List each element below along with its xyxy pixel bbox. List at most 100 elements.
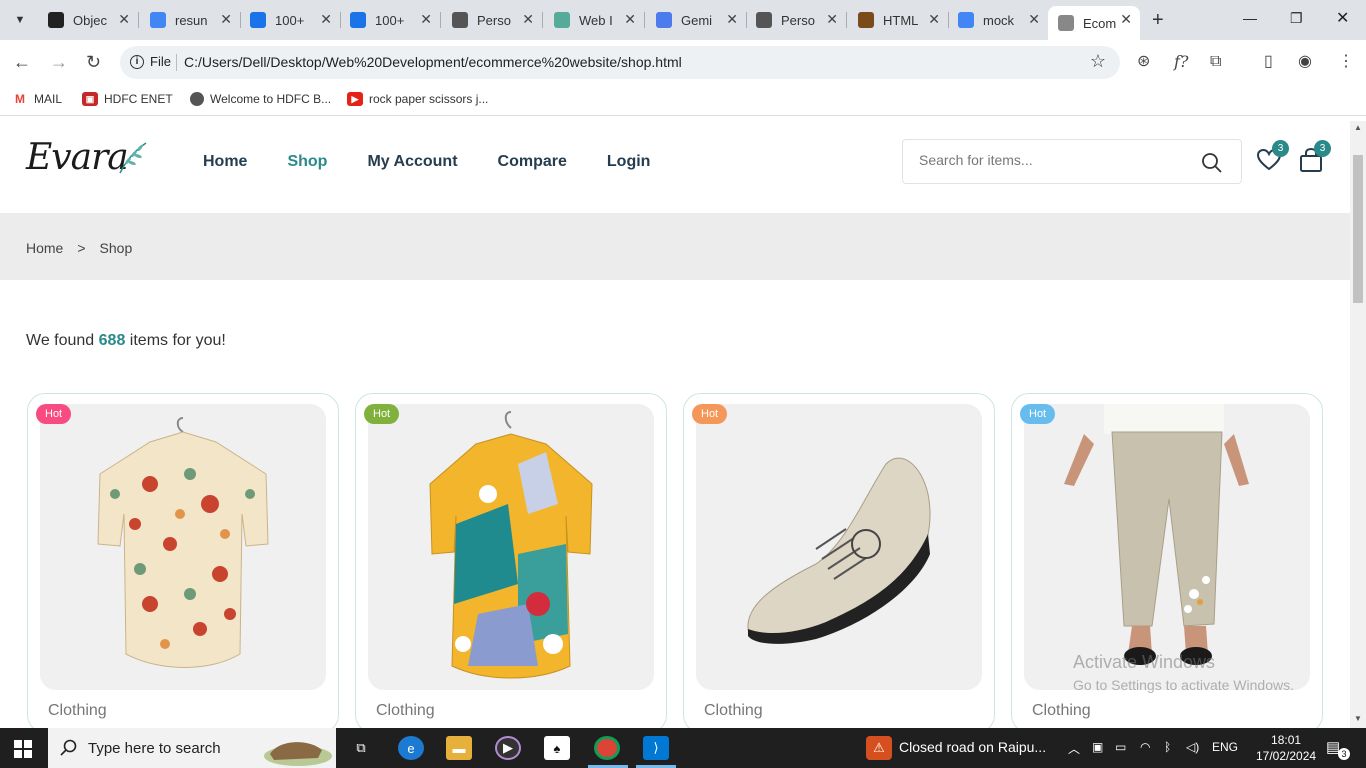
windows-taskbar: Type here to search ⧉ e ▬ ▶ ♠ ⟩ ⚠ Closed… xyxy=(0,728,1366,768)
hot-badge: Hot xyxy=(692,404,728,424)
browser-tab[interactable]: Perso ✕ xyxy=(442,6,543,34)
browser-tab[interactable]: mock ✕ xyxy=(948,6,1048,34)
site-search-box xyxy=(902,139,1242,184)
breadcrumb-home[interactable]: Home xyxy=(26,240,63,256)
product-image-linen-pants[interactable] xyxy=(1024,404,1310,690)
browser-tab[interactable]: resun ✕ xyxy=(140,6,241,34)
product-card[interactable]: Hot Clothing xyxy=(27,393,339,728)
wifi-icon[interactable]: ◠ xyxy=(1140,740,1150,754)
tab-close-icon[interactable]: ✕ xyxy=(420,11,432,28)
extensions-puzzle-icon[interactable]: ⧉ xyxy=(1210,52,1221,72)
back-icon[interactable]: ← xyxy=(13,52,31,72)
reload-icon[interactable]: ↻ xyxy=(86,52,101,72)
edge-icon[interactable]: e xyxy=(398,736,424,760)
browser-tab[interactable]: Perso ✕ xyxy=(746,6,847,34)
tab-close-icon[interactable]: ✕ xyxy=(118,11,130,28)
tab-close-icon[interactable]: ✕ xyxy=(1028,11,1040,28)
google-icon xyxy=(958,12,974,28)
browser-tab[interactable]: HTML ✕ xyxy=(848,6,949,34)
product-card[interactable]: Hot Clothing xyxy=(683,393,995,728)
battery-icon[interactable]: ▭ xyxy=(1115,740,1126,754)
tab-close-icon[interactable]: ✕ xyxy=(928,11,940,28)
browser-tab-strip: ▼ Objec ✕ resun ✕ 100+ ✕ 100+ ✕ Perso ✕ Web I ✕ Gemi… xyxy=(0,0,1366,40)
product-category: Clothing xyxy=(48,702,107,719)
tab-close-icon[interactable]: ✕ xyxy=(726,11,738,28)
tab-title: resun xyxy=(175,12,208,28)
chrome-icon[interactable] xyxy=(594,736,620,760)
scroll-down-arrow-icon[interactable]: ▼ xyxy=(1354,714,1362,723)
scrollbar-thumb[interactable] xyxy=(1353,155,1363,303)
tab-search-button[interactable]: ▼ xyxy=(6,6,34,34)
news-headline[interactable]: Closed road on Raipu... xyxy=(899,739,1046,755)
taskbar-clock[interactable]: 18:01 17/02/2024 xyxy=(1256,732,1316,764)
notification-count-badge: 3 xyxy=(1338,748,1350,760)
file-explorer-icon[interactable]: ▬ xyxy=(446,736,472,760)
page-scrollbar[interactable]: ▲ ▼ xyxy=(1350,121,1366,728)
browser-tab[interactable]: 100+ ✕ xyxy=(340,6,441,34)
browser-tab[interactable]: Web I ✕ xyxy=(544,6,645,34)
new-tab-button[interactable]: + xyxy=(1152,10,1164,30)
browser-tab[interactable]: 100+ ✕ xyxy=(240,6,341,34)
close-window-button[interactable]: ✕ xyxy=(1336,8,1349,28)
language-indicator[interactable]: ENG xyxy=(1212,740,1238,754)
site-info-button[interactable]: i File xyxy=(130,54,171,69)
tab-close-icon[interactable]: ✕ xyxy=(522,11,534,28)
bookmark-mail[interactable]: M MAIL xyxy=(12,92,62,106)
youtube-icon: ▶ xyxy=(347,92,363,106)
globe-icon xyxy=(452,12,468,28)
bluetooth-icon[interactable]: ᛒ xyxy=(1164,740,1171,754)
tab-close-icon[interactable]: ✕ xyxy=(624,11,636,28)
tab-close-icon[interactable]: ✕ xyxy=(220,11,232,28)
windows-start-icon[interactable] xyxy=(14,740,32,758)
menu-kebab-icon[interactable]: ⋮ xyxy=(1338,52,1354,72)
media-player-icon[interactable]: ▶ xyxy=(495,736,521,760)
product-image-floral-shirt[interactable] xyxy=(368,404,654,690)
bookmark-hdfc-enet[interactable]: ▣ HDFC ENET xyxy=(82,92,173,106)
main-navigation: Home Shop My Account Compare Login xyxy=(203,153,690,171)
profile-avatar[interactable]: ◉ xyxy=(1298,52,1312,72)
task-view-icon[interactable]: ⧉ xyxy=(348,736,374,760)
tab-close-icon[interactable]: ✕ xyxy=(826,11,838,28)
browser-tab[interactable]: Ecom ✕ xyxy=(1048,6,1140,40)
restore-button[interactable]: ❐ xyxy=(1290,10,1303,27)
meet-now-icon[interactable]: ▣ xyxy=(1092,740,1103,754)
browser-tab[interactable]: Objec ✕ xyxy=(38,6,139,34)
vscode-icon[interactable]: ⟩ xyxy=(643,736,669,760)
side-panel-icon[interactable]: ▯ xyxy=(1264,52,1273,72)
product-image-mushroom-shirt[interactable] xyxy=(40,404,326,690)
product-image-sneaker[interactable] xyxy=(696,404,982,690)
volume-icon[interactable]: ◁) xyxy=(1186,740,1199,754)
taskbar-search-box[interactable]: Type here to search xyxy=(48,728,336,768)
breadcrumb-bar: Home > Shop xyxy=(0,213,1350,280)
nav-my-account[interactable]: My Account xyxy=(367,153,457,171)
evara-icon xyxy=(1058,15,1074,31)
bookmark-welcome-hdfc[interactable]: Welcome to HDFC B... xyxy=(190,92,331,106)
cart-count-badge: 3 xyxy=(1314,140,1331,157)
extension-globe-icon[interactable]: ⊛ xyxy=(1137,52,1150,72)
site-logo[interactable]: Evara xyxy=(26,137,129,178)
bookmark-rock-paper-scissors[interactable]: ▶ rock paper scissors j... xyxy=(347,92,488,106)
solitaire-icon[interactable]: ♠ xyxy=(544,736,570,760)
nav-home[interactable]: Home xyxy=(203,153,247,171)
site-search-input[interactable] xyxy=(919,152,1189,168)
scroll-up-arrow-icon[interactable]: ▲ xyxy=(1354,123,1362,132)
nav-compare[interactable]: Compare xyxy=(498,153,567,171)
product-card[interactable]: Hot Clothing xyxy=(355,393,667,728)
tab-close-icon[interactable]: ✕ xyxy=(320,11,332,28)
hot-badge: Hot xyxy=(364,404,400,424)
forward-icon[interactable]: → xyxy=(50,52,68,72)
tab-close-icon[interactable]: ✕ xyxy=(1120,11,1132,28)
url-text[interactable]: C:/Users/Dell/Desktop/Web%20Development/… xyxy=(184,54,682,70)
book-icon xyxy=(858,12,874,28)
minimize-button[interactable]: — xyxy=(1243,10,1257,26)
search-icon[interactable] xyxy=(1201,152,1223,174)
nav-shop[interactable]: Shop xyxy=(287,153,327,171)
tray-chevron-icon[interactable]: ︿ xyxy=(1068,740,1080,757)
formula-extension-icon[interactable]: f? xyxy=(1174,52,1189,72)
browser-tab[interactable]: Gemi ✕ xyxy=(646,6,747,34)
breadcrumb-separator: > xyxy=(77,240,86,256)
nav-login[interactable]: Login xyxy=(607,153,651,171)
news-alert-icon[interactable]: ⚠ xyxy=(866,736,892,760)
bookmark-star-icon[interactable]: ☆ xyxy=(1090,51,1106,72)
address-bar[interactable]: i File C:/Users/Dell/Desktop/Web%20Devel… xyxy=(120,46,1120,79)
